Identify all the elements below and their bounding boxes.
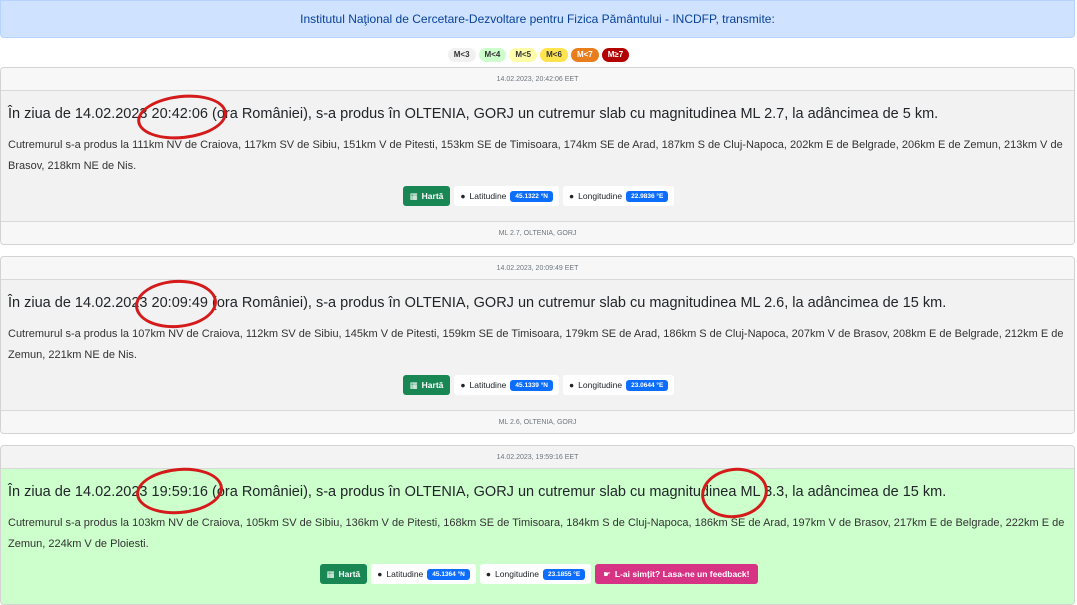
- quake-time: 19:59:16: [151, 484, 208, 500]
- map-button[interactable]: ▦ Hartă: [402, 375, 451, 395]
- location-pin-icon: ●: [377, 569, 383, 579]
- card-footer: ML 2.7, OLTENIA, GORJ: [1, 221, 1074, 244]
- quake-actions: ▦ Hartă ● Latitudine 45.1322 °N ● Longit…: [1, 186, 1074, 206]
- card-timestamp: 14.02.2023, 19:59:16 EET: [1, 446, 1074, 469]
- longitude-badge: 22.9836 °E: [626, 190, 669, 202]
- quake-date: 14.02.2023: [74, 484, 148, 500]
- card-footer: ML 2.6, OLTENIA, GORJ: [1, 410, 1074, 433]
- legend-m4: M<4: [478, 48, 507, 62]
- quake-region: OLTENIA, GORJ: [404, 484, 514, 500]
- map-icon: ▦: [326, 568, 335, 579]
- location-pin-icon: ●: [569, 191, 575, 201]
- latitude-field: ● Latitudine 45.1322 °N: [454, 186, 560, 206]
- quake-card: 14.02.2023, 20:42:06 EET În ziua de 14.0…: [0, 67, 1075, 245]
- quake-actions: ▦ Hartă ● Latitudine 45.1339 °N ● Longit…: [1, 375, 1074, 395]
- card-timestamp: 14.02.2023, 20:09:49 EET: [1, 257, 1074, 280]
- card-timestamp: 14.02.2023, 20:42:06 EET: [1, 68, 1074, 91]
- location-pin-icon: ●: [569, 380, 575, 390]
- quake-time: 20:09:49: [151, 295, 208, 311]
- location-pin-icon: ●: [460, 191, 466, 201]
- latitude-field: ● Latitudine 45.1339 °N: [454, 375, 560, 395]
- quake-card: 14.02.2023, 20:09:49 EET În ziua de 14.0…: [0, 256, 1075, 434]
- longitude-field: ● Longitudine 23.0644 °E: [563, 375, 675, 395]
- latitude-badge: 45.1322 °N: [510, 190, 554, 202]
- map-icon: ▦: [409, 190, 418, 201]
- quake-time: 20:42:06: [151, 106, 208, 122]
- banner-text: Institutul Naţional de Cercetare-Dezvolt…: [300, 12, 775, 26]
- quake-magnitude: ML 2.7: [740, 106, 785, 122]
- latitude-badge: 45.1364 °N: [427, 568, 470, 580]
- map-button[interactable]: ▦ Hartă: [319, 564, 368, 584]
- quake-date: 14.02.2023: [74, 295, 148, 311]
- magnitude-legend: M<3 M<4 M<5 M<6 M<7 M≥7: [0, 48, 1077, 62]
- longitude-field: ● Longitudine 23.1855 °E: [479, 564, 592, 584]
- quake-description: Cutremurul s-a produs la 107km NV de Cra…: [8, 328, 1064, 361]
- longitude-badge: 23.0644 °E: [626, 379, 669, 391]
- quake-date: 14.02.2023: [74, 106, 148, 122]
- location-pin-icon: ●: [485, 569, 492, 579]
- quake-magnitude: ML 2.6: [740, 295, 785, 311]
- legend-m5: M<5: [509, 48, 538, 62]
- quake-headline: În ziua de 14.02.2023 20:09:49 (ora Româ…: [8, 295, 947, 311]
- latitude-field: ● Latitudine 45.1364 °N: [371, 564, 476, 584]
- quake-depth: 15 km: [902, 484, 943, 500]
- feedback-button[interactable]: ☛ L-ai simțit? Lasa-ne un feedback!: [595, 564, 758, 584]
- longitude-field: ● Longitudine 22.9836 °E: [563, 186, 675, 206]
- legend-m3: M<3: [447, 48, 476, 62]
- map-icon: ▦: [409, 379, 418, 390]
- quake-headline: În ziua de 14.02.2023 20:42:06 (ora Româ…: [8, 106, 939, 122]
- quake-description: Cutremurul s-a produs la 103km NV de Cra…: [8, 517, 1065, 550]
- quake-magnitude: ML 3.3: [740, 484, 785, 500]
- quake-depth: 15 km: [902, 295, 943, 311]
- hand-pointer-icon: ☛: [603, 568, 611, 579]
- latitude-badge: 45.1339 °N: [510, 379, 554, 391]
- legend-m7: M<7: [570, 48, 599, 62]
- longitude-badge: 23.1855 °E: [543, 568, 586, 580]
- quake-region: OLTENIA, GORJ: [404, 295, 514, 311]
- legend-m7-plus: M≥7: [601, 48, 630, 62]
- quake-actions: ▦ Hartă ● Latitudine 45.1364 °N ● Longit…: [1, 564, 1074, 584]
- info-banner: Institutul Naţional de Cercetare-Dezvolt…: [0, 0, 1075, 38]
- quake-description: Cutremurul s-a produs la 111km NV de Cra…: [8, 139, 1063, 172]
- quake-headline: În ziua de 14.02.2023 19:59:16 (ora Româ…: [8, 484, 947, 500]
- map-button[interactable]: ▦ Hartă: [402, 186, 451, 206]
- quake-card: 14.02.2023, 19:59:16 EET În ziua de 14.0…: [0, 445, 1075, 605]
- quake-depth: 5 km: [902, 106, 935, 122]
- legend-m6: M<6: [540, 48, 568, 62]
- quake-region: OLTENIA, GORJ: [404, 106, 514, 122]
- location-pin-icon: ●: [460, 380, 466, 390]
